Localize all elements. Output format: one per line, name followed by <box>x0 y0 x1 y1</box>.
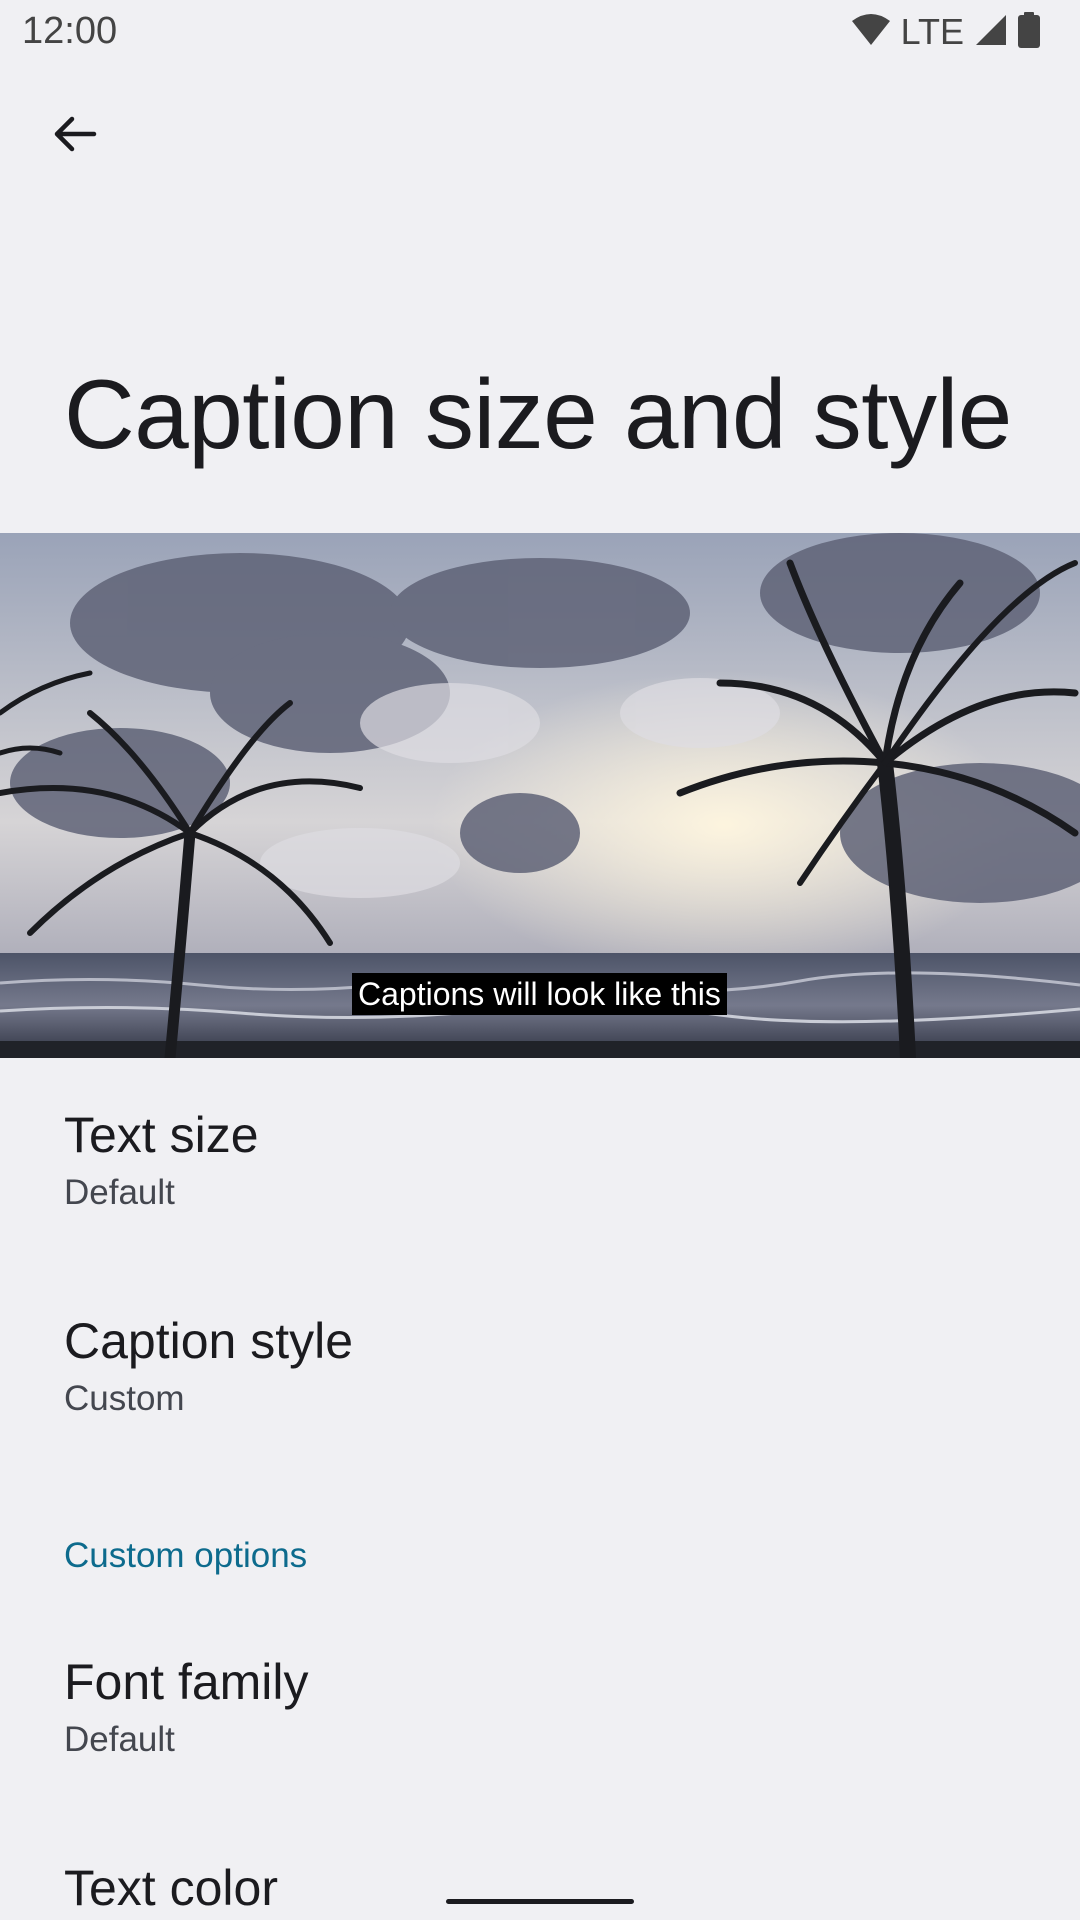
cellular-signal-icon <box>974 13 1008 52</box>
arrow-back-icon <box>50 110 98 163</box>
network-type-label: LTE <box>900 11 964 52</box>
caption-style-title: Caption style <box>64 1313 354 1369</box>
custom-options-header: Custom options <box>64 1536 308 1575</box>
status-bar: 12:00 LTE <box>0 0 1080 64</box>
wifi-icon <box>851 13 891 52</box>
text-color-preference[interactable]: Text color <box>64 1858 278 1918</box>
caption-style-summary: Custom <box>64 1379 185 1418</box>
caption-style-preference[interactable]: Caption style Custom <box>64 1311 353 1421</box>
status-time: 12:00 <box>22 10 118 52</box>
status-icons: LTE <box>851 11 1040 53</box>
font-family-preference[interactable]: Font family Default <box>64 1652 309 1762</box>
text-size-preference[interactable]: Text size Default <box>64 1105 259 1215</box>
font-family-summary: Default <box>64 1720 175 1759</box>
text-size-title: Text size <box>64 1107 259 1163</box>
text-size-summary: Default <box>64 1173 175 1212</box>
text-color-title: Text color <box>64 1860 278 1916</box>
caption-preview: Captions will look like this <box>0 533 1080 1058</box>
caption-sample-text: Captions will look like this <box>352 973 727 1015</box>
font-family-title: Font family <box>64 1654 309 1710</box>
page-title: Caption size and style <box>64 359 1012 469</box>
back-button[interactable] <box>38 100 110 172</box>
navigation-handle[interactable] <box>446 1899 634 1904</box>
battery-icon <box>1018 11 1040 53</box>
